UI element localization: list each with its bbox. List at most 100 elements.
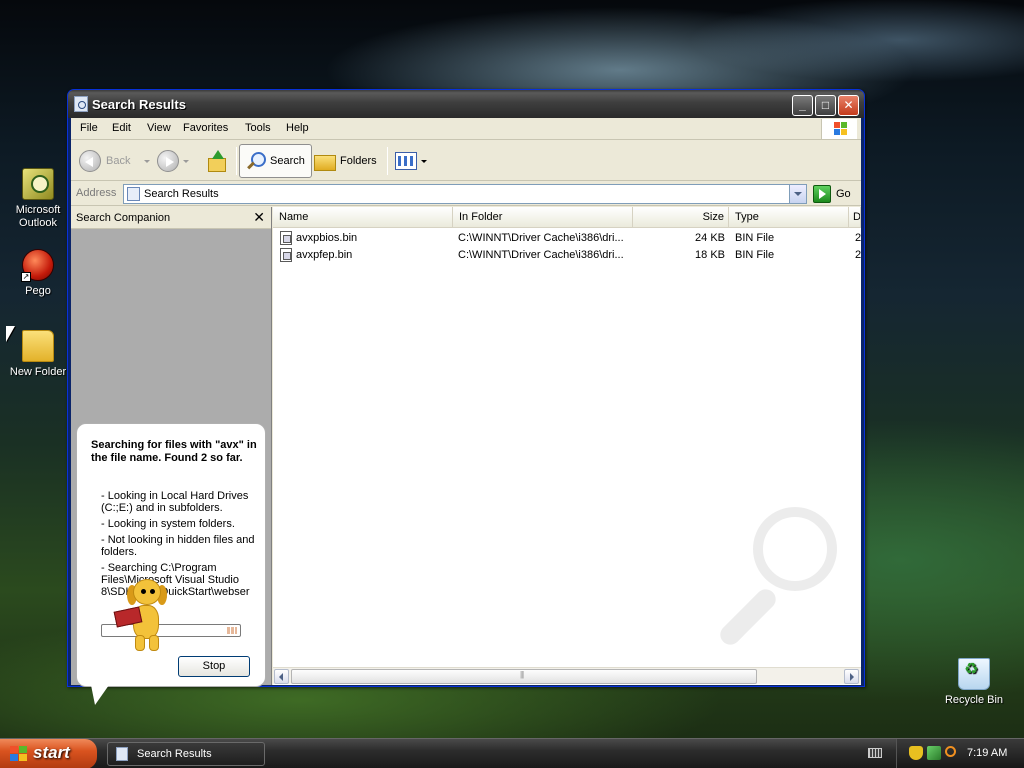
toolbar-separator <box>236 147 237 175</box>
taskbar-button-label: Search Results <box>137 748 212 760</box>
results-pane: Name In Folder Size Type D avxpbios.bin … <box>273 207 861 685</box>
search-toolbar-button[interactable]: Search <box>239 144 312 178</box>
search-companion-header: Search Companion ✕ <box>71 207 271 229</box>
go-button[interactable]: Go <box>813 185 851 203</box>
menu-edit[interactable]: Edit <box>112 122 131 134</box>
close-pane-icon[interactable]: ✕ <box>253 209 265 226</box>
search-icon <box>246 151 266 171</box>
pego-icon: ↗ <box>21 249 54 282</box>
file-name: avxpfep.bin <box>296 249 353 261</box>
close-button[interactable]: ✕ <box>838 95 859 116</box>
table-row[interactable]: avxpbios.bin C:\WINNT\Driver Cache\i386\… <box>273 230 861 247</box>
menu-file[interactable]: File <box>80 122 98 134</box>
folders-label: Folders <box>340 155 377 167</box>
windows-flag-icon <box>10 746 28 762</box>
views-button[interactable] <box>395 147 427 175</box>
toolbar-separator <box>387 147 388 175</box>
address-value: Search Results <box>144 188 219 200</box>
desktop-icon-recycle-bin[interactable]: Recycle Bin <box>936 658 1012 707</box>
folders-button[interactable]: Folders <box>314 147 377 175</box>
bin-file-icon <box>280 248 292 262</box>
taskbar-button-search-results[interactable]: Search Results <box>107 742 265 766</box>
window-title: Search Results <box>92 97 186 112</box>
minimize-button[interactable]: _ <box>792 95 813 116</box>
search-results-window-icon <box>116 747 128 761</box>
desktop-icon-label: Pego <box>25 285 51 297</box>
bin-file-icon <box>280 231 292 245</box>
menu-tools[interactable]: Tools <box>245 122 271 134</box>
go-arrow-icon <box>813 185 831 203</box>
title-bar[interactable]: Search Results _ □ ✕ <box>68 90 864 118</box>
security-shield-icon[interactable] <box>909 746 923 760</box>
search-results-window: Search Results _ □ ✕ File Edit View Favo… <box>67 89 865 705</box>
address-label: Address <box>76 187 117 199</box>
column-header-date[interactable]: D <box>849 207 861 228</box>
go-label: Go <box>836 188 851 200</box>
address-dropdown-button[interactable] <box>789 185 806 203</box>
address-bar: Address Search Results Go <box>71 182 861 206</box>
column-header-name[interactable]: Name <box>273 207 453 228</box>
file-date: 2 <box>855 249 861 261</box>
up-folder-button[interactable] <box>206 147 228 175</box>
horizontal-scrollbar[interactable] <box>273 667 861 684</box>
column-header-in-folder[interactable]: In Folder <box>453 207 633 228</box>
progress-indicator <box>227 627 237 634</box>
keyboard-icon[interactable] <box>868 748 882 758</box>
search-detail-item: - Looking in system folders. <box>101 518 235 530</box>
search-status-title: Searching for files with "avx" in the fi… <box>91 439 257 464</box>
search-assistant-dog-icon[interactable] <box>111 579 181 659</box>
up-folder-icon <box>206 150 228 172</box>
table-row[interactable]: avxpfep.bin C:\WINNT\Driver Cache\i386\d… <box>273 247 861 264</box>
scroll-right-button[interactable] <box>844 669 859 684</box>
search-detail-item: - Looking in Local Hard Drives (C:;E:) a… <box>101 490 249 514</box>
column-header-type[interactable]: Type <box>729 207 849 228</box>
search-tray-icon[interactable] <box>945 746 956 757</box>
search-companion-title: Search Companion <box>76 212 171 224</box>
menu-help[interactable]: Help <box>286 122 309 134</box>
file-size: 24 KB <box>695 232 725 244</box>
mouse-cursor-icon <box>6 326 15 342</box>
desktop-icon-label: Microsoft Outlook <box>15 204 61 229</box>
bubble-tail <box>91 685 109 705</box>
file-type: BIN File <box>735 232 775 244</box>
file-type: BIN File <box>735 249 775 261</box>
forward-arrow-icon <box>157 150 179 172</box>
file-size: 18 KB <box>695 249 725 261</box>
forward-button[interactable] <box>157 147 189 175</box>
search-detail-item: - Not looking in hidden files and folder… <box>101 534 255 558</box>
window-client-area: File Edit View Favorites Tools Help Back <box>71 118 861 705</box>
back-label: Back <box>106 155 131 167</box>
folder-icon <box>22 330 54 362</box>
search-label: Search <box>270 155 305 167</box>
column-header-size[interactable]: Size <box>633 207 729 228</box>
windows-flag-icon <box>834 122 848 136</box>
back-arrow-icon <box>79 150 101 172</box>
desktop-icon-label: New Folder <box>9 366 67 378</box>
forward-dropdown-icon <box>183 159 189 163</box>
desktop-icon-outlook[interactable]: Microsoft Outlook <box>0 168 76 230</box>
menu-favorites[interactable]: Favorites <box>183 122 228 134</box>
scrollbar-thumb[interactable] <box>291 669 757 684</box>
file-name: avxpbios.bin <box>296 232 358 244</box>
clock[interactable]: 7:19 AM <box>967 747 1007 759</box>
file-date: 2 <box>855 232 861 244</box>
address-input[interactable]: Search Results <box>123 184 807 204</box>
scroll-left-button[interactable] <box>274 669 289 684</box>
standard-toolbar: Back Search Folders <box>71 141 861 181</box>
results-column-headers: Name In Folder Size Type D <box>273 207 861 228</box>
menu-view[interactable]: View <box>147 122 171 134</box>
magnifier-watermark-icon <box>713 507 837 667</box>
stop-button[interactable]: Stop <box>178 656 250 677</box>
search-results-window-icon <box>74 96 88 112</box>
outlook-icon <box>22 168 54 200</box>
search-companion-pane: Search Companion ✕ Searching for files w… <box>71 207 272 705</box>
system-tray: 7:19 AM <box>896 739 1024 768</box>
desktop-icon-label: Recycle Bin <box>944 694 1004 706</box>
back-button[interactable]: Back <box>79 147 151 175</box>
desktop-icon-pego[interactable]: ↗ Pego <box>0 249 76 298</box>
start-button[interactable]: start <box>0 739 97 768</box>
back-dropdown-icon <box>144 159 151 163</box>
file-folder: C:\WINNT\Driver Cache\i386\dri... <box>458 249 624 261</box>
network-icon[interactable] <box>927 746 941 760</box>
maximize-button[interactable]: □ <box>815 95 836 116</box>
